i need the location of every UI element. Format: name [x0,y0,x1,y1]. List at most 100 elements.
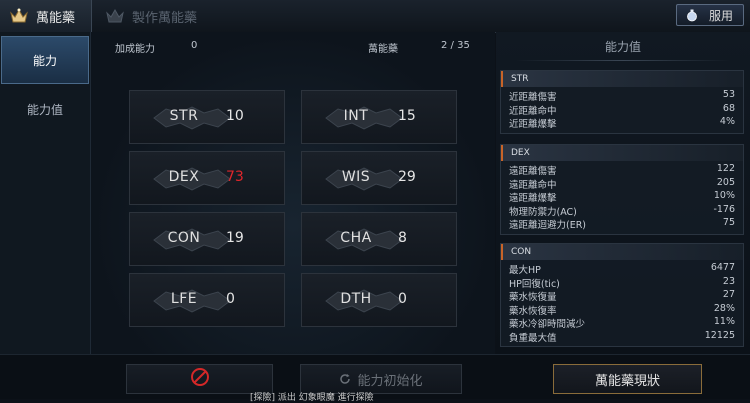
tab-make-elixir[interactable]: 製作萬能藥 [104,0,197,32]
stat-card-int[interactable]: INT 15 [301,90,457,144]
stat-card-con[interactable]: CON 19 [129,212,285,266]
row-value: -176 [713,203,735,215]
use-button[interactable]: 服用 [676,4,744,26]
list-item: 藥水恢復量 27 [501,289,743,303]
list-item: 近距離命中 68 [501,103,743,117]
stat-value: 0 [398,291,407,307]
list-item: 遠距離傷害 122 [501,163,743,177]
row-value: 10% [713,190,735,201]
bottom-bar: 能力初始化 萬能藥現狀 [0,354,750,399]
stat-panel: 加成能力 0 萬能藥 2 / 35 STR 10 INT 15 DEX 73 W… [91,32,495,354]
stat-name: CHA [340,230,372,246]
stat-value: 10 [226,108,244,124]
row-value: 4% [719,116,735,127]
elixir-label: 萬能藥 [368,44,398,55]
sidebar-item-ability[interactable]: 能力 [1,36,89,84]
section-header: CON [501,244,743,260]
stat-card-wis[interactable]: WIS 29 [301,151,457,205]
row-value: 12125 [704,329,735,341]
sidebar-item-label: 能力值 [26,102,63,117]
row-label: 物理防禦力(AC) [509,206,577,218]
stat-card-dex[interactable]: DEX 73 [129,151,285,205]
list-item: 近距離爆擊 4% [501,116,743,130]
row-value: 75 [722,217,735,228]
row-value: 68 [722,102,735,114]
list-item: 近距離傷害 53 [501,89,743,103]
system-notice: [探險] 派出 幻象眼魔 進行探險 [250,393,374,403]
ability-value-panel: 能力值 STR 近距離傷害 53 近距離命中 68 近距離爆擊 4% DEX 遠距離傷… [496,32,750,354]
bonus-value: 0 [191,40,198,51]
list-item: HP回復(tic) 23 [501,276,743,290]
stat-name: WIS [341,169,371,185]
stat-value: 8 [398,230,407,246]
sidebar-item-ability-value[interactable]: 能力值 [0,86,90,132]
stat-card-lfe[interactable]: LFE 0 [129,273,285,327]
row-label: 遠距離傷害 [509,166,557,177]
row-value: 122 [716,163,735,174]
list-item: 負重最大值 12125 [501,330,743,344]
crown-icon [104,6,126,26]
elixir-count: 2 / 35 [441,40,470,51]
row-value: 23 [722,275,735,287]
prohibited-icon [189,366,211,392]
section-dex: DEX 遠距離傷害 122 遠距離命中 205 遠距離爆擊 10% 物理防禦力(AC)… [500,144,744,235]
elixir-status-label: 萬能藥現狀 [594,373,660,389]
list-item: 遠距離迴避力(ER) 75 [501,217,743,231]
top-bar: 萬能藥 製作萬能藥 服用 [0,0,750,33]
list-item: 遠距離命中 205 [501,177,743,191]
section-str: STR 近距離傷害 53 近距離命中 68 近距離爆擊 4% [500,70,744,134]
row-label: 藥水恢復率 [509,305,557,317]
list-item: 最大HP 6477 [501,262,743,276]
row-value: 205 [716,176,735,188]
row-label: 藥水恢復量 [509,292,557,303]
row-label: 藥水冷卻時間減少 [509,319,586,330]
stat-name: DTH [340,291,372,307]
bonus-label: 加成能力 [115,44,155,55]
panel-title: 能力值 [496,38,750,61]
tab-make-elixir-label: 製作萬能藥 [132,10,198,26]
list-item: 藥水恢復率 28% [501,303,743,317]
row-value: 27 [722,289,735,300]
elixir-status-button[interactable]: 萬能藥現狀 [553,364,702,394]
stat-name: LFE [170,291,198,307]
row-value: 11% [713,316,735,327]
stat-name: CON [167,230,201,246]
row-value: 53 [722,89,735,100]
stat-name: DEX [168,169,200,185]
stat-value: 19 [226,230,244,246]
list-item: 藥水冷卻時間減少 11% [501,316,743,330]
row-label: 負重最大值 [509,332,557,344]
use-button-label: 服用 [708,8,733,23]
tab-elixir-label: 萬能藥 [36,10,76,26]
list-item: 物理防禦力(AC) -176 [501,204,743,218]
row-value: 6477 [710,262,735,273]
sidebar-item-label: 能力 [32,53,57,68]
sidebar: 能力 能力值 [0,32,91,354]
stat-card-dth[interactable]: DTH 0 [301,273,457,327]
section-con: CON 最大HP 6477 HP回復(tic) 23 藥水恢復量 27 藥水恢復率 28… [500,243,744,347]
row-label: 遠距離爆擊 [509,193,557,204]
row-label: 遠距離命中 [509,179,557,191]
row-value: 28% [713,302,735,314]
stat-card-str[interactable]: STR 10 [129,90,285,144]
section-header: DEX [501,145,743,161]
row-label: 近距離命中 [509,105,557,117]
row-label: 近距離傷害 [509,92,557,103]
stat-name: INT [343,108,369,124]
crown-icon [8,6,30,26]
refresh-icon [339,373,351,385]
stat-value: 15 [398,108,416,124]
list-item: 遠距離爆擊 10% [501,190,743,204]
stat-value: 29 [398,169,416,185]
row-label: HP回復(tic) [509,278,560,290]
row-label: 近距離爆擊 [509,119,557,130]
row-label: 最大HP [509,265,541,276]
section-header: STR [501,71,743,87]
stat-name: STR [169,108,199,124]
tab-elixir[interactable]: 萬能藥 [0,0,92,32]
stat-value: 73 [226,169,244,185]
row-label: 遠距離迴避力(ER) [509,220,587,231]
potion-icon [685,8,699,22]
stat-card-cha[interactable]: CHA 8 [301,212,457,266]
stat-value: 0 [226,291,235,307]
